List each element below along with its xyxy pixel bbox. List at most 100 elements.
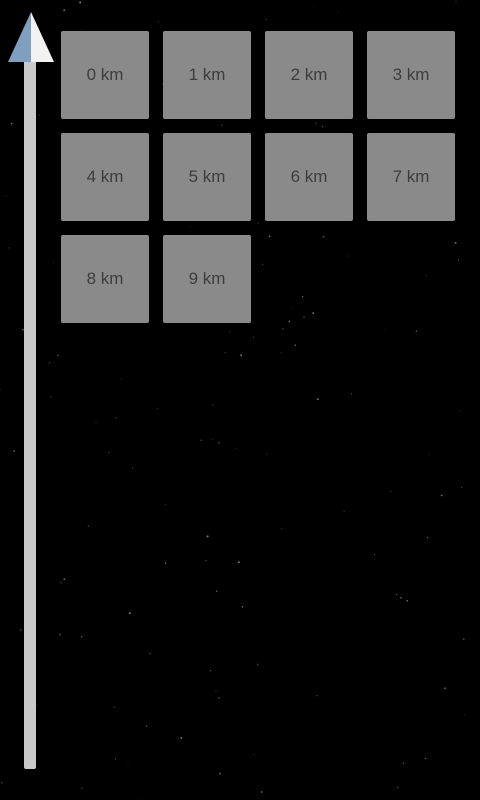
level-tile-3km[interactable]: 3 km: [367, 31, 455, 119]
star-speck: [294, 344, 297, 346]
star-speck: [460, 411, 462, 413]
star-speck: [206, 535, 209, 538]
star-speck: [36, 704, 38, 706]
star-speck: [229, 331, 230, 333]
star-speck: [58, 633, 62, 636]
star-speck: [440, 494, 443, 497]
level-tile-2km[interactable]: 2 km: [265, 31, 353, 119]
star-speck: [63, 9, 66, 12]
star-speck: [212, 439, 214, 441]
level-tile-4km[interactable]: 4 km: [61, 133, 149, 221]
level-tile-9km[interactable]: 9 km: [163, 235, 251, 323]
star-speck: [165, 503, 167, 505]
level-label: 3 km: [392, 65, 430, 84]
star-speck: [396, 786, 399, 789]
level-label: 1 km: [188, 65, 226, 84]
level-label: 8 km: [86, 269, 124, 288]
star-speck: [241, 605, 244, 608]
star-speck: [200, 439, 203, 442]
star-speck: [253, 754, 254, 755]
star-speck: [217, 441, 221, 444]
level-label: 7 km: [392, 167, 430, 186]
star-speck: [256, 663, 259, 666]
star-speck: [337, 11, 339, 13]
star-speck: [60, 581, 63, 584]
star-speck: [140, 798, 142, 800]
star-speck: [87, 525, 89, 527]
level-label: 6 km: [290, 167, 328, 186]
star-speck: [128, 612, 131, 615]
star-speck: [114, 758, 116, 760]
star-speck: [107, 451, 110, 454]
star-speck: [158, 21, 160, 23]
star-speck: [351, 393, 353, 395]
star-speck: [406, 600, 409, 602]
level-tile-6km[interactable]: 6 km: [265, 133, 353, 221]
level-tile-7km[interactable]: 7 km: [367, 133, 455, 221]
star-speck: [0, 781, 3, 784]
star-speck: [13, 450, 15, 452]
star-speck: [253, 336, 254, 338]
star-speck: [265, 18, 267, 20]
level-select-screen: 0 km 1 km 2 km 3 km 4 km 5 km 6 km 7 km …: [0, 0, 480, 800]
star-speck: [234, 448, 236, 450]
star-speck: [464, 714, 466, 716]
star-speck: [19, 628, 22, 631]
star-speck: [164, 562, 167, 564]
star-speck: [8, 246, 11, 249]
star-speck: [48, 361, 51, 364]
level-label: 5 km: [188, 167, 226, 186]
star-speck: [443, 687, 446, 690]
star-speck: [428, 454, 430, 456]
star-speck: [373, 553, 375, 555]
star-speck: [115, 416, 118, 419]
star-speck: [215, 690, 217, 692]
star-speck: [53, 262, 55, 263]
up-arrow-icon: [8, 12, 54, 62]
star-speck: [132, 467, 134, 469]
star-speck: [462, 637, 465, 641]
level-label: 0 km: [86, 65, 124, 84]
star-speck: [390, 490, 392, 493]
star-speck: [127, 764, 129, 766]
star-speck: [180, 736, 183, 739]
star-speck: [460, 486, 463, 489]
star-speck: [81, 787, 83, 790]
star-speck: [282, 328, 284, 330]
star-speck: [121, 378, 123, 380]
star-speck: [113, 706, 116, 709]
level-tile-0km[interactable]: 0 km: [61, 31, 149, 119]
star-speck: [425, 757, 427, 760]
star-speck: [149, 652, 151, 655]
star-speck: [209, 669, 212, 672]
star-speck: [218, 696, 220, 699]
level-label: 2 km: [290, 65, 328, 84]
star-speck: [426, 536, 429, 539]
level-label: 9 km: [188, 269, 226, 288]
star-speck: [402, 762, 404, 764]
level-tile-8km[interactable]: 8 km: [61, 235, 149, 323]
star-speck: [156, 407, 158, 409]
star-speck: [0, 388, 1, 391]
star-speck: [384, 329, 386, 331]
star-speck: [212, 404, 214, 406]
star-speck: [316, 695, 318, 697]
star-speck: [280, 352, 282, 354]
level-tile-1km[interactable]: 1 km: [163, 31, 251, 119]
level-tile-5km[interactable]: 5 km: [163, 133, 251, 221]
star-speck: [280, 527, 283, 530]
star-speck: [145, 725, 148, 727]
star-speck: [216, 590, 218, 592]
altitude-rail: [24, 60, 36, 769]
star-speck: [313, 5, 315, 7]
star-speck: [38, 114, 40, 116]
level-grid: 0 km 1 km 2 km 3 km 4 km 5 km 6 km 7 km …: [61, 31, 461, 323]
star-speck: [395, 593, 398, 596]
star-speck: [79, 1, 82, 4]
star-speck: [6, 195, 7, 197]
star-speck: [10, 122, 13, 125]
star-speck: [63, 578, 66, 581]
star-speck: [95, 421, 97, 423]
star-speck: [224, 352, 226, 354]
star-speck: [343, 510, 345, 512]
